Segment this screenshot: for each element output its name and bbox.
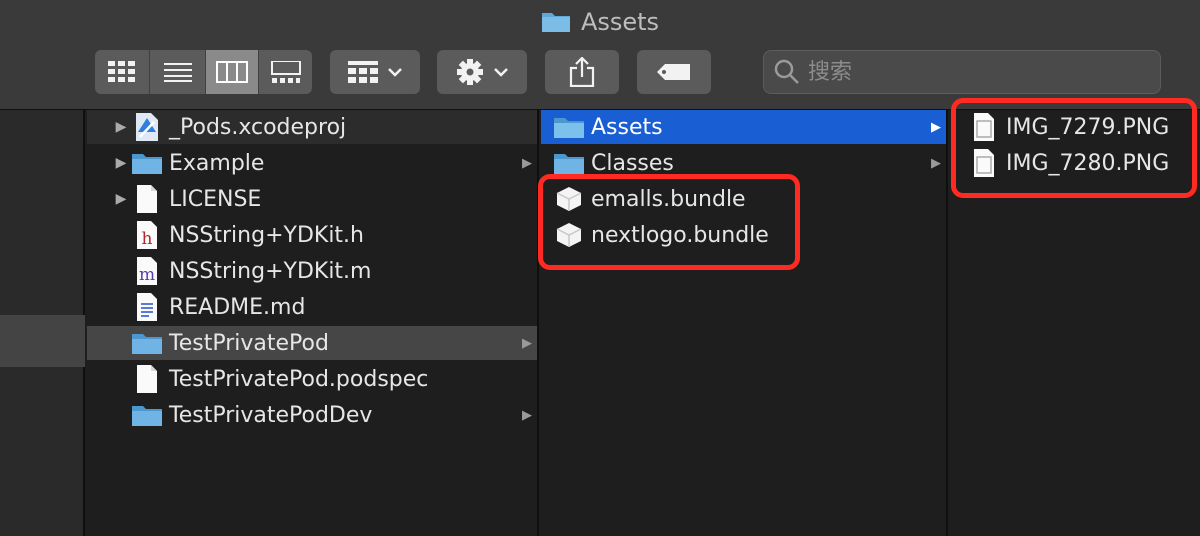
column-view-button[interactable] [206,50,259,94]
share-icon [569,57,595,87]
list-item[interactable]: h NSString+YDKit.h [87,218,537,252]
list-item-label: NSString+YDKit.m [169,258,372,284]
list-item-label: Assets [591,114,663,140]
xcodeproj-icon [131,112,163,142]
folder-icon [553,112,585,142]
list-item[interactable]: TestPrivatePod.podspec [87,362,537,396]
search-field[interactable] [763,50,1161,94]
svg-text:m: m [139,265,155,285]
gallery-view-icon [270,61,301,83]
icon-view-icon [108,61,135,82]
list-item-label: _Pods.xcodeproj [169,114,347,140]
list-item-label: Example [169,150,265,176]
window-title-text: Assets [580,8,660,36]
search-input[interactable] [808,59,1138,85]
sidebar-column [0,110,85,536]
chevron-right-icon: ▶ [522,335,532,351]
list-item[interactable]: README.md [87,290,537,324]
list-item[interactable]: ▶ LICENSE [87,182,537,216]
chevron-right-icon: ▶ [522,407,532,423]
document-icon [131,364,163,394]
document-icon [131,184,163,214]
icon-view-button[interactable] [95,50,150,94]
sidebar-selected-item[interactable] [0,315,85,367]
markdown-file-icon [131,292,163,322]
highlight-box-bundles [538,174,800,270]
folder-icon [131,400,163,430]
group-grid-icon [348,61,378,83]
disclosure-triangle-icon[interactable]: ▶ [111,155,131,171]
list-item[interactable]: ▶ Example ▶ [87,146,537,180]
browser-column-1: ▶ _Pods.xcodeproj ▶ Example ▶ ▶ LICENSE … [87,110,539,536]
list-item[interactable]: TestPrivatePod ▶ [87,326,537,360]
toolbar: Assets [0,0,1200,110]
tag-icon [657,64,690,80]
svg-text:h: h [142,229,153,249]
list-item-label: README.md [169,294,306,320]
header-file-icon: h [131,220,163,250]
group-button[interactable] [330,50,420,94]
list-view-button[interactable] [150,50,206,94]
chevron-down-icon [494,68,508,77]
window-title: Assets [0,8,1200,36]
list-item-label: LICENSE [169,186,262,212]
list-item-label: TestPrivatePodDev [169,402,373,428]
column-view-icon [216,61,248,83]
view-mode-control [95,50,312,94]
disclosure-triangle-icon[interactable]: ▶ [111,191,131,207]
chevron-right-icon: ▶ [522,155,532,171]
gallery-view-button[interactable] [259,50,312,94]
disclosure-triangle-icon[interactable]: ▶ [111,119,131,135]
objc-file-icon: m [131,256,163,286]
list-item[interactable]: Assets ▶ [541,110,946,144]
list-item[interactable]: TestPrivatePodDev ▶ [87,398,537,432]
chevron-right-icon: ▶ [931,155,941,171]
list-item-label: TestPrivatePod [169,330,329,356]
search-icon [774,59,799,84]
chevron-right-icon: ▶ [931,119,941,135]
list-item-label: NSString+YDKit.h [169,222,364,248]
tag-button[interactable] [637,50,711,94]
folder-icon [131,148,163,178]
folder-icon [131,328,163,358]
list-item-label: Classes [591,150,674,176]
list-view-icon [163,63,192,82]
highlight-box-images [951,98,1197,198]
list-item[interactable]: m NSString+YDKit.m [87,254,537,288]
share-button[interactable] [545,50,619,94]
action-button[interactable] [437,50,527,94]
gear-icon [457,59,483,85]
chevron-down-icon [388,68,402,77]
list-item[interactable]: ▶ _Pods.xcodeproj [87,110,537,144]
folder-icon [541,13,570,32]
list-item-label: TestPrivatePod.podspec [169,366,429,392]
